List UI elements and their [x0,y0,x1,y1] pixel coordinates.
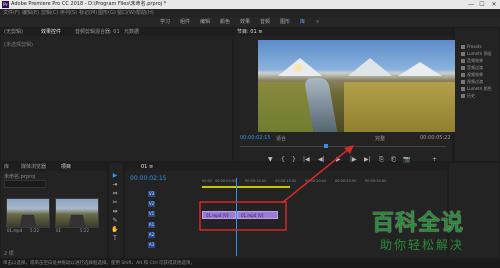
annotation-highlight-box [199,201,287,231]
watermark-tagline: 助你轻松解决 [380,238,465,252]
annotation-arrow-head [344,145,354,154]
status-bar: 单击以选择，或单击空白处并拖动以进行选择框选择。使用 Shift、Alt 和 C… [0,259,500,268]
annotation-arrow-line [281,147,351,204]
status-text: 单击以选择，或单击空白处并拖动以进行选择框选择。使用 Shift、Alt 和 C… [3,261,196,266]
watermark-logo: 百科全说 [372,211,465,236]
